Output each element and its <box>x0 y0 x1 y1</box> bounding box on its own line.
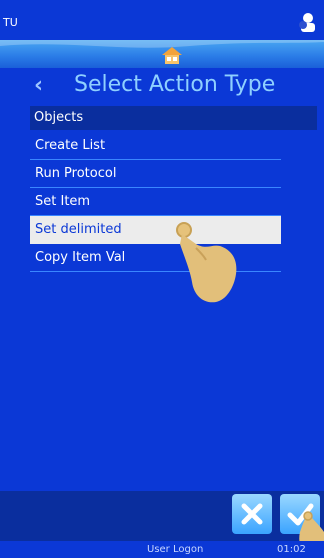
user-logon-label: User Logon <box>147 544 204 555</box>
list-item[interactable]: Create List <box>30 132 281 160</box>
home-icon[interactable] <box>161 45 183 65</box>
hand-pointer-icon <box>176 222 237 303</box>
user-icon[interactable] <box>298 12 316 32</box>
list-item[interactable]: Set Item <box>30 188 281 216</box>
close-icon <box>241 503 263 525</box>
cancel-button[interactable] <box>232 494 272 534</box>
page-title: Select Action Type <box>74 72 276 97</box>
time-label: 01:02 <box>277 544 306 555</box>
section-header: Objects <box>30 106 317 130</box>
status-bar: TU <box>0 0 324 40</box>
bottom-status-bar: User Logon 01:02 <box>0 541 324 558</box>
app-name: TU <box>3 16 18 29</box>
footer-panel <box>0 491 324 541</box>
list-item[interactable]: Run Protocol <box>30 160 281 188</box>
back-chevron-icon[interactable]: ‹ <box>34 73 43 98</box>
